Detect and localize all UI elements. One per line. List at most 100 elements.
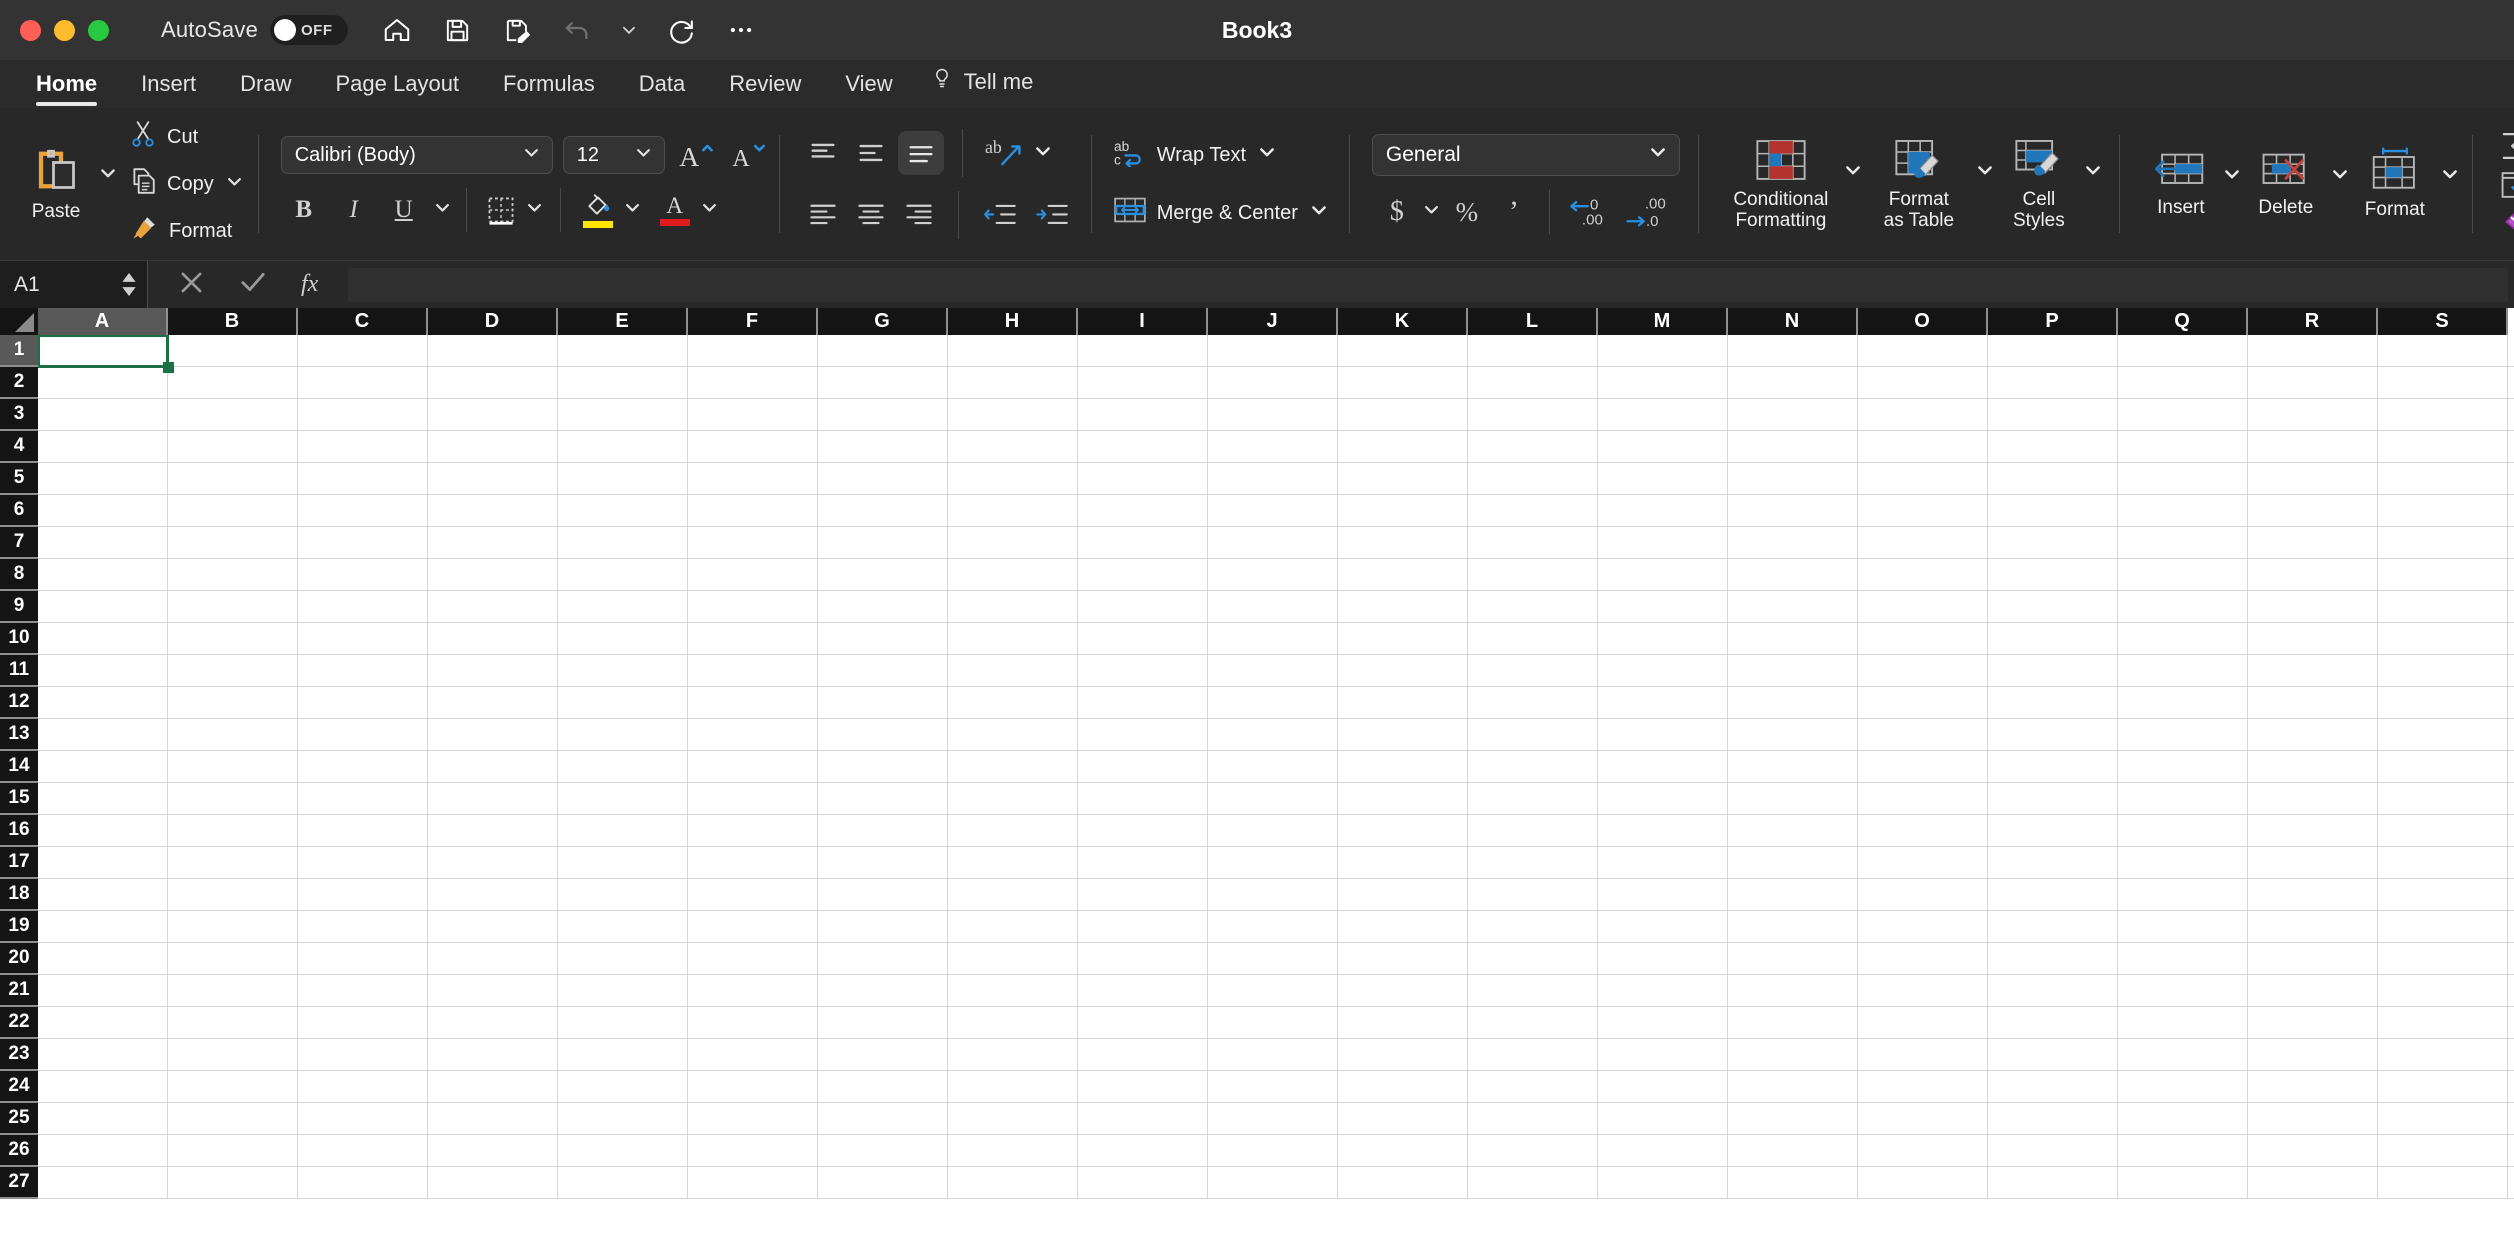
cell-O23[interactable]	[1858, 1039, 1988, 1070]
cell-D4[interactable]	[428, 431, 558, 462]
cell-N20[interactable]	[1728, 943, 1858, 974]
cell-P26[interactable]	[1988, 1135, 2118, 1166]
cell-S3[interactable]	[2378, 399, 2508, 430]
cell-E2[interactable]	[558, 367, 688, 398]
row-header-9[interactable]: 9	[0, 591, 38, 623]
cell-G1[interactable]	[818, 335, 948, 366]
cell-A12[interactable]	[38, 687, 168, 718]
cell-E5[interactable]	[558, 463, 688, 494]
cell-R4[interactable]	[2248, 431, 2378, 462]
cell-B9[interactable]	[168, 591, 298, 622]
column-header-A[interactable]: A	[38, 308, 168, 335]
cell-H7[interactable]	[948, 527, 1078, 558]
cell-I5[interactable]	[1078, 463, 1208, 494]
cell-K6[interactable]	[1338, 495, 1468, 526]
cell-J16[interactable]	[1208, 815, 1338, 846]
cell-P5[interactable]	[1988, 463, 2118, 494]
row-header-8[interactable]: 8	[0, 559, 38, 591]
cell-G25[interactable]	[818, 1103, 948, 1134]
column-header-K[interactable]: K	[1338, 308, 1468, 335]
cell-R10[interactable]	[2248, 623, 2378, 654]
cell-C23[interactable]	[298, 1039, 428, 1070]
cell-N24[interactable]	[1728, 1071, 1858, 1102]
cell-M5[interactable]	[1598, 463, 1728, 494]
cell-A7[interactable]	[38, 527, 168, 558]
cell-L15[interactable]	[1468, 783, 1598, 814]
cell-C4[interactable]	[298, 431, 428, 462]
cell-K16[interactable]	[1338, 815, 1468, 846]
cell-K18[interactable]	[1338, 879, 1468, 910]
cell-B8[interactable]	[168, 559, 298, 590]
cell-I23[interactable]	[1078, 1039, 1208, 1070]
cell-G18[interactable]	[818, 879, 948, 910]
cell-L5[interactable]	[1468, 463, 1598, 494]
cell-F22[interactable]	[688, 1007, 818, 1038]
cell-G15[interactable]	[818, 783, 948, 814]
cell-L13[interactable]	[1468, 719, 1598, 750]
cell-A19[interactable]	[38, 911, 168, 942]
cell-K20[interactable]	[1338, 943, 1468, 974]
save-as-icon[interactable]	[500, 13, 534, 47]
cell-Q10[interactable]	[2118, 623, 2248, 654]
cell-G5[interactable]	[818, 463, 948, 494]
cell-J23[interactable]	[1208, 1039, 1338, 1070]
number-format-select[interactable]: General	[1371, 134, 1680, 176]
cell-G10[interactable]	[818, 623, 948, 654]
cell-K5[interactable]	[1338, 463, 1468, 494]
cell-Q23[interactable]	[2118, 1039, 2248, 1070]
row-header-17[interactable]: 17	[0, 847, 38, 879]
cell-E4[interactable]	[558, 431, 688, 462]
enter-icon[interactable]	[239, 268, 267, 301]
cell-B16[interactable]	[168, 815, 298, 846]
cell-P1[interactable]	[1988, 335, 2118, 366]
cell-D2[interactable]	[428, 367, 558, 398]
cell-S26[interactable]	[2378, 1135, 2508, 1166]
cell-F9[interactable]	[688, 591, 818, 622]
font-color-button[interactable]: A	[654, 188, 696, 232]
align-right-button[interactable]	[898, 195, 940, 235]
cell-P7[interactable]	[1988, 527, 2118, 558]
cell-L20[interactable]	[1468, 943, 1598, 974]
cell-D16[interactable]	[428, 815, 558, 846]
cell-L17[interactable]	[1468, 847, 1598, 878]
cell-O10[interactable]	[1858, 623, 1988, 654]
cell-M13[interactable]	[1598, 719, 1728, 750]
cell-C26[interactable]	[298, 1135, 428, 1166]
cell-G9[interactable]	[818, 591, 948, 622]
cell-H10[interactable]	[948, 623, 1078, 654]
column-header-Q[interactable]: Q	[2118, 308, 2248, 335]
cell-O4[interactable]	[1858, 431, 1988, 462]
delete-cells-dropdown-chevron-icon[interactable]	[2330, 164, 2350, 189]
tab-draw[interactable]: Draw	[218, 71, 313, 108]
cell-H8[interactable]	[948, 559, 1078, 590]
align-bottom-button[interactable]	[897, 131, 944, 175]
cell-D12[interactable]	[428, 687, 558, 718]
format-cells-dropdown-chevron-icon[interactable]	[2440, 164, 2460, 189]
cell-H21[interactable]	[948, 975, 1078, 1006]
cell-I16[interactable]	[1078, 815, 1208, 846]
cell-B19[interactable]	[168, 911, 298, 942]
cell-O26[interactable]	[1858, 1135, 1988, 1166]
font-size-select[interactable]: 12	[562, 136, 665, 174]
cell-L7[interactable]	[1468, 527, 1598, 558]
cell-H17[interactable]	[948, 847, 1078, 878]
cell-O5[interactable]	[1858, 463, 1988, 494]
accounting-dropdown-chevron-icon[interactable]	[1422, 200, 1441, 224]
cell-F27[interactable]	[688, 1167, 818, 1198]
cell-M17[interactable]	[1598, 847, 1728, 878]
cell-I22[interactable]	[1078, 1007, 1208, 1038]
cell-A21[interactable]	[38, 975, 168, 1006]
cell-O3[interactable]	[1858, 399, 1988, 430]
cell-K12[interactable]	[1338, 687, 1468, 718]
cell-O9[interactable]	[1858, 591, 1988, 622]
align-top-button[interactable]	[802, 133, 844, 173]
cell-M23[interactable]	[1598, 1039, 1728, 1070]
cell-C24[interactable]	[298, 1071, 428, 1102]
cell-S21[interactable]	[2378, 975, 2508, 1006]
cell-I12[interactable]	[1078, 687, 1208, 718]
cell-C3[interactable]	[298, 399, 428, 430]
cell-L10[interactable]	[1468, 623, 1598, 654]
autosave-control[interactable]: AutoSave OFF	[161, 15, 349, 45]
cell-O15[interactable]	[1858, 783, 1988, 814]
cell-E26[interactable]	[558, 1135, 688, 1166]
